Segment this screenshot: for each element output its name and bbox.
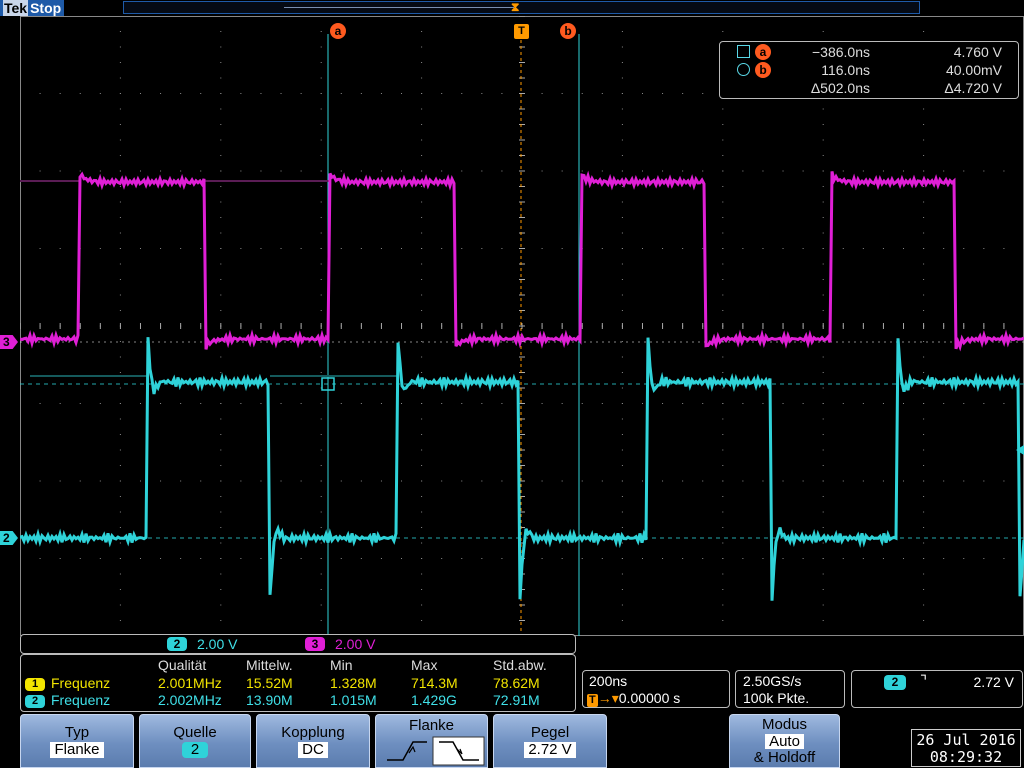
record-view-window xyxy=(284,7,514,8)
horizontal-position: T →▾0.00000 s xyxy=(587,690,680,707)
record-trigger-marker-icon: ⧗ xyxy=(511,0,520,14)
measurement-table: Qualität Mittelw. Min Max Std.abw. 1 Freq… xyxy=(20,654,576,712)
date-label: 26 Jul 2016 xyxy=(916,731,1016,749)
meas-header-min: Min xyxy=(330,657,353,673)
acquisition-readout[interactable]: 2.50GS/s 100k Pkte. xyxy=(735,670,845,708)
softkey-mode-value2: & Holdoff xyxy=(753,749,816,766)
horizontal-position-value: 0.00000 s xyxy=(618,690,681,706)
softkey-mode-label: Modus xyxy=(761,716,808,733)
cursor-a-readout-badge: a xyxy=(755,44,771,60)
run-state-label: Stop xyxy=(30,0,62,16)
run-status: Tek Stop xyxy=(0,0,65,16)
trigger-readout[interactable]: 2 ⌝ 2.72 V xyxy=(851,670,1023,708)
softkey-source-label: Quelle xyxy=(173,724,217,741)
ch2-badge: 2 xyxy=(167,637,187,651)
meas-ch1-std: 78.62M xyxy=(493,675,540,691)
meas-ch2-value: 2.002MHz xyxy=(158,692,222,708)
softkey-type-value: Flanke xyxy=(50,742,104,758)
softkey-level-label: Pegel xyxy=(530,724,570,741)
softkey-level-value: 2.72 V xyxy=(524,742,576,758)
record-memory-bar: ⧗ xyxy=(123,0,920,14)
ch1-badge: 1 xyxy=(25,678,45,691)
ch3-scale[interactable]: 3 2.00 V xyxy=(305,636,375,652)
meas-header-max: Max xyxy=(411,657,438,673)
softkey-level[interactable]: Pegel 2.72 V xyxy=(493,714,607,768)
falling-edge-icon: ⌝ xyxy=(920,673,928,690)
slope-selector[interactable] xyxy=(379,736,487,766)
ch2-ground-marker[interactable]: 2 xyxy=(0,531,18,545)
graticule-grid xyxy=(20,16,1024,636)
meas-row-ch2-label[interactable]: 2 Frequenz xyxy=(25,693,110,708)
softkey-type[interactable]: Typ Flanke xyxy=(20,714,134,768)
status-bar: Tek Stop ⧗ xyxy=(0,0,1024,16)
meas-ch2-max: 1.429G xyxy=(411,692,457,708)
trigger-level: 2.72 V xyxy=(973,674,1014,690)
ch3-waveform xyxy=(20,170,1024,352)
meas-ch1-max: 714.3M xyxy=(411,675,458,691)
softkey-slope-label: Flanke xyxy=(408,717,455,734)
sample-rate: 2.50GS/s xyxy=(743,673,802,689)
meas-row-ch2-name: Frequenz xyxy=(51,692,111,708)
timebase-scale: 200ns xyxy=(589,673,628,689)
softkey-coupling[interactable]: Kopplung DC xyxy=(256,714,370,768)
softkey-coupling-label: Kopplung xyxy=(281,724,345,741)
trigger-source-badge: 2 xyxy=(884,675,906,690)
meas-header-std: Std.abw. xyxy=(493,657,547,673)
softkey-slope[interactable]: Flanke xyxy=(375,714,488,768)
softkey-source-value: 2 xyxy=(181,742,209,758)
ch3-ground-marker[interactable]: 3 xyxy=(0,335,18,349)
softkey-mode[interactable]: Modus Auto & Holdoff xyxy=(729,714,840,768)
meas-ch1-value: 2.001MHz xyxy=(158,675,222,691)
channel-scale-bar: 2 2.00 V 3 2.00 V xyxy=(20,634,576,654)
meas-row-ch1-name: Frequenz xyxy=(51,675,111,691)
cursor-a-value: 4.760 V xyxy=(953,44,1002,60)
ch2-scale[interactable]: 2 2.00 V xyxy=(167,636,237,652)
cursor-b-readout-badge: b xyxy=(755,62,771,78)
softkey-type-label: Typ xyxy=(64,724,90,741)
meas-ch2-std: 72.91M xyxy=(493,692,540,708)
cursor-a-time: −386.0ns xyxy=(812,44,870,60)
ch2-waveform xyxy=(20,337,1024,601)
waveform-display[interactable]: a T b xyxy=(20,16,1024,636)
cursor-b-time: 116.0ns xyxy=(821,62,870,78)
cursor-readout: a −386.0ns 4.760 V b 116.0ns 40.00mV Δ50… xyxy=(719,41,1019,99)
brand-label: Tek xyxy=(3,0,29,16)
trigger-position-icon: T xyxy=(587,694,598,707)
softkey-source[interactable]: Quelle 2 xyxy=(139,714,251,768)
ch3-badge: 3 xyxy=(305,637,325,651)
meas-row-ch1-label[interactable]: 1 Frequenz xyxy=(25,676,110,691)
softkey-coupling-value: DC xyxy=(298,742,328,758)
meas-ch1-min: 1.328M xyxy=(330,675,377,691)
position-arrow-icon: →▾ xyxy=(597,690,619,706)
meas-ch2-min: 1.015M xyxy=(330,692,377,708)
cursor-a-badge[interactable]: a xyxy=(330,23,346,39)
meas-ch2-mean: 13.90M xyxy=(246,692,293,708)
rising-edge-icon xyxy=(387,741,427,761)
cursor-b-badge[interactable]: b xyxy=(560,23,576,39)
cursor-b-circle-icon xyxy=(737,63,750,76)
ch2-scale-value: 2.00 V xyxy=(197,636,238,652)
trigger-position-badge[interactable]: T xyxy=(514,24,529,39)
cursor-delta-time: Δ502.0ns xyxy=(810,80,870,96)
cursor-a-square-icon xyxy=(737,45,750,58)
meas-header-mean: Mittelw. xyxy=(246,657,293,673)
cursor-delta-value: Δ4.720 V xyxy=(944,80,1002,96)
record-length: 100k Pkte. xyxy=(743,690,810,706)
cursor-b-value: 40.00mV xyxy=(945,62,1002,78)
ch2-meas-badge: 2 xyxy=(25,695,45,708)
meas-header-quality: Qualität xyxy=(158,657,207,673)
softkey-mode-value: Auto xyxy=(765,734,804,749)
meas-ch1-mean: 15.52M xyxy=(246,675,293,691)
timebase-readout[interactable]: 200ns T →▾0.00000 s xyxy=(582,670,730,708)
ch3-scale-value: 2.00 V xyxy=(335,636,376,652)
time-label: 08:29:32 xyxy=(929,748,1003,766)
date-time: 26 Jul 2016 08:29:32 xyxy=(911,729,1021,767)
